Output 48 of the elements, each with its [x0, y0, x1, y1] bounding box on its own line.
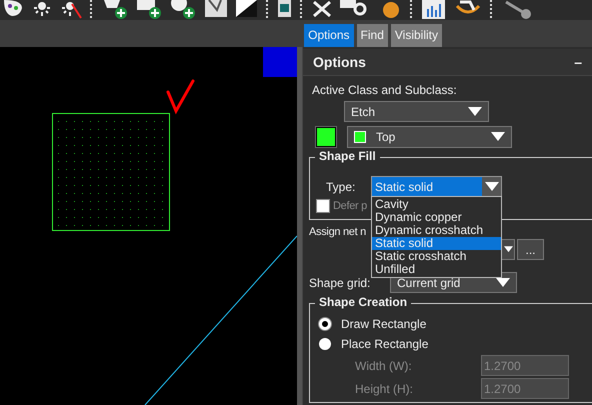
layer-block — [263, 47, 297, 77]
field-label: Type: — [326, 180, 356, 194]
browse-button[interactable]: ... — [517, 239, 544, 260]
bar-chart-icon[interactable] — [422, 0, 446, 20]
dropdown-option[interactable]: Dynamic crosshatch — [372, 224, 501, 237]
field-label: Active Class and Subclass: — [312, 83, 458, 97]
radio-button[interactable] — [319, 338, 331, 350]
radio-label: Place Rectangle — [341, 337, 428, 351]
dropdown-option[interactable]: Cavity — [372, 198, 501, 211]
minimize-button[interactable]: – — [574, 54, 582, 70]
radio-label: Draw Rectangle — [341, 317, 426, 331]
tools-icon[interactable] — [312, 0, 332, 18]
tab[interactable]: Visibility — [390, 24, 442, 47]
field-label: Shape grid: — [309, 276, 372, 290]
caret-icon — [504, 246, 513, 253]
caret-icon — [484, 182, 498, 192]
panel-title: Options — [313, 54, 366, 70]
group-title: Shape Fill — [315, 149, 380, 163]
rectangle-plus-icon[interactable] — [136, 0, 162, 20]
dropdown-option[interactable]: Dynamic copper — [372, 211, 501, 224]
paint-palette-icon[interactable] — [2, 0, 24, 18]
half-filled-square-icon[interactable] — [236, 0, 258, 18]
dropdown-option[interactable]: Static crosshatch — [372, 250, 501, 263]
tab[interactable]: Find — [356, 24, 388, 47]
field-label: Width (W): — [355, 358, 413, 372]
pentagon-plus-icon[interactable] — [102, 0, 128, 20]
checkbox-label: Defer p — [333, 200, 367, 212]
field-label: Height (H): — [355, 382, 414, 396]
caret-icon — [491, 132, 505, 142]
caret-icon — [496, 278, 510, 288]
group-title: Shape Creation — [315, 295, 412, 309]
connector-icon[interactable] — [502, 0, 532, 20]
checkbox[interactable] — [316, 199, 330, 213]
tab[interactable]: Options — [304, 24, 354, 47]
caret-icon — [468, 106, 482, 116]
circle-plus-icon[interactable] — [170, 0, 196, 20]
dropdown-option[interactable]: Static solid — [372, 237, 501, 250]
sun-crossed-icon[interactable] — [60, 0, 82, 20]
subclass-dropdown[interactable]: Top — [347, 126, 512, 148]
class-dropdown[interactable]: Etch — [344, 101, 489, 122]
type-dropdown[interactable]: Static solid — [371, 176, 502, 197]
color-swatch-icon — [354, 131, 366, 143]
check-mark — [166, 80, 194, 114]
calculator-icon[interactable] — [278, 0, 292, 18]
sun-icon[interactable] — [32, 0, 52, 18]
field-label: Assign net n — [309, 226, 366, 238]
radio-button[interactable] — [319, 318, 331, 330]
color-swatch[interactable] — [316, 127, 336, 147]
